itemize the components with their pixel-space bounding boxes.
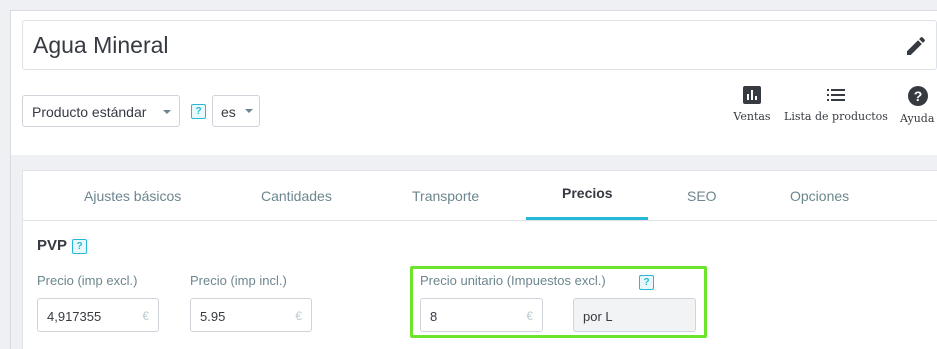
price-excl-label: Precio (imp excl.) — [37, 273, 138, 288]
help-badge-icon[interactable]: ? — [191, 104, 206, 119]
chevron-down-icon — [245, 109, 253, 113]
tab-quantities[interactable]: Cantidades — [261, 188, 332, 204]
language-value: es — [221, 104, 236, 120]
tab-shipping[interactable]: Transporte — [412, 188, 479, 204]
toolbar-sales[interactable]: Ventas — [733, 86, 771, 123]
pencil-icon[interactable] — [904, 34, 928, 58]
tab-pricing[interactable]: Precios — [562, 185, 613, 201]
active-tab-indicator — [526, 217, 648, 220]
product-name: Agua Mineral — [33, 32, 169, 58]
toolbar-help[interactable]: ? Ayuda — [900, 86, 937, 125]
euro-icon: € — [142, 309, 149, 323]
tab-basic-settings[interactable]: Ajustes básicos — [84, 188, 181, 204]
pvp-section-title: PVP — [37, 237, 68, 254]
price-incl-input[interactable]: 5.95 € — [190, 298, 312, 332]
price-incl-value: 5.95 — [200, 309, 226, 324]
bar-chart-icon — [743, 86, 761, 104]
product-name-field[interactable]: Agua Mineral — [22, 20, 937, 70]
toolbar-help-label: Ayuda — [900, 112, 935, 125]
euro-icon: € — [295, 309, 302, 323]
price-excl-value: 4,917355 — [47, 309, 102, 324]
toolbar-product-list[interactable]: Lista de productos — [784, 86, 888, 123]
toolbar-sales-label: Ventas — [733, 110, 771, 123]
price-incl-label: Precio (imp incl.) — [190, 273, 287, 288]
list-icon — [827, 89, 845, 101]
toolbar-product-list-label: Lista de productos — [784, 110, 888, 123]
language-select[interactable]: es — [212, 95, 260, 127]
help-badge-icon[interactable]: ? — [72, 239, 87, 254]
svg-text:?: ? — [914, 88, 923, 104]
tab-bar: Ajustes básicos Cantidades Transporte Pr… — [23, 171, 937, 221]
help-circle-icon: ? — [908, 86, 928, 106]
tab-seo[interactable]: SEO — [687, 188, 717, 204]
product-type-value: Producto estándar — [32, 104, 147, 120]
product-type-select[interactable]: Producto estándar — [22, 95, 180, 127]
price-excl-input[interactable]: 4,917355 € — [37, 298, 159, 332]
unit-price-highlight — [410, 266, 707, 338]
tab-options[interactable]: Opciones — [790, 188, 849, 204]
chevron-down-icon — [163, 110, 171, 114]
